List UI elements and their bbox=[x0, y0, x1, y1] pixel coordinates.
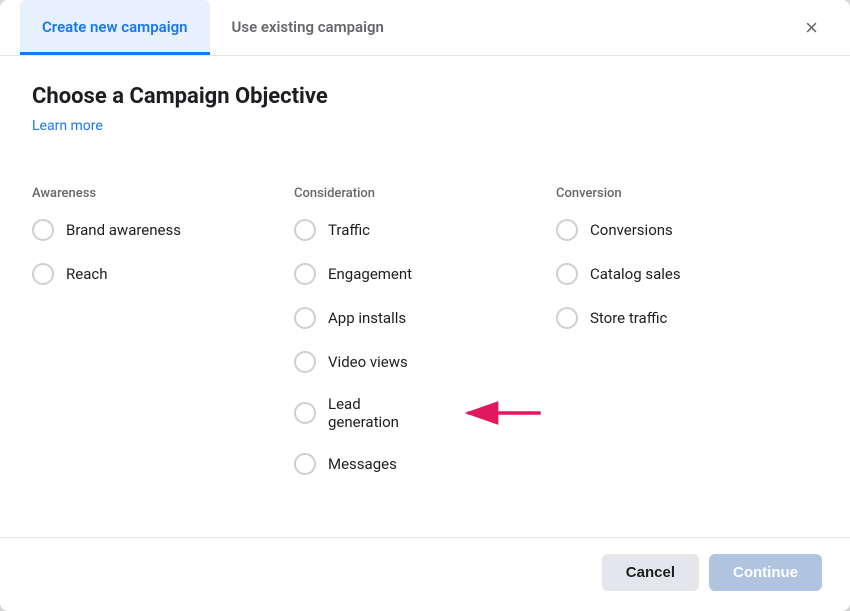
radio-button[interactable] bbox=[556, 307, 578, 329]
radio-button[interactable] bbox=[294, 263, 316, 285]
radio-button[interactable] bbox=[556, 263, 578, 285]
learn-more-link[interactable]: Learn more bbox=[32, 118, 103, 134]
option-item[interactable]: Conversions bbox=[556, 219, 808, 241]
option-label: App installs bbox=[328, 309, 406, 327]
modal-body: Choose a Campaign Objective Learn more A… bbox=[0, 56, 850, 537]
option-item[interactable]: Reach bbox=[32, 263, 284, 285]
modal-footer: Cancel Continue bbox=[0, 537, 850, 611]
option-item[interactable]: Lead generation bbox=[294, 395, 546, 431]
campaign-modal: Create new campaign Use existing campaig… bbox=[0, 0, 850, 611]
option-item[interactable]: Messages bbox=[294, 453, 546, 475]
option-label: Conversions bbox=[590, 221, 673, 239]
radio-button[interactable] bbox=[32, 263, 54, 285]
radio-button[interactable] bbox=[556, 219, 578, 241]
objective-columns: Awareness Brand awareness Reach Considerati… bbox=[32, 186, 818, 497]
option-label: Traffic bbox=[328, 221, 370, 239]
radio-button[interactable] bbox=[32, 219, 54, 241]
column-consideration: Consideration Traffic Engagement App instal… bbox=[294, 186, 556, 497]
option-label: Engagement bbox=[328, 265, 412, 283]
option-item[interactable]: Brand awareness bbox=[32, 219, 284, 241]
option-item[interactable]: App installs bbox=[294, 307, 546, 329]
column-conversion: Conversion Conversions Catalog sales Store … bbox=[556, 186, 818, 497]
tab-create-campaign[interactable]: Create new campaign bbox=[20, 0, 210, 55]
option-label: Brand awareness bbox=[66, 221, 181, 239]
column-awareness: Awareness Brand awareness Reach bbox=[32, 186, 294, 497]
cancel-button[interactable]: Cancel bbox=[602, 554, 699, 591]
tab-existing-campaign[interactable]: Use existing campaign bbox=[210, 0, 406, 55]
modal-header: Create new campaign Use existing campaig… bbox=[0, 0, 850, 56]
column-header-1: Consideration bbox=[294, 186, 546, 201]
option-label: Video views bbox=[328, 353, 408, 371]
lead-gen-arrow-icon bbox=[458, 396, 546, 430]
option-label: Messages bbox=[328, 455, 397, 473]
continue-button[interactable]: Continue bbox=[709, 554, 822, 591]
option-label: Store traffic bbox=[590, 309, 667, 327]
option-item[interactable]: Video views bbox=[294, 351, 546, 373]
option-item[interactable]: Catalog sales bbox=[556, 263, 808, 285]
column-header-2: Conversion bbox=[556, 186, 808, 201]
radio-button[interactable] bbox=[294, 219, 316, 241]
option-item[interactable]: Engagement bbox=[294, 263, 546, 285]
option-item[interactable]: Traffic bbox=[294, 219, 546, 241]
close-button[interactable]: × bbox=[793, 9, 830, 47]
page-title: Choose a Campaign Objective bbox=[32, 84, 818, 109]
option-label: Lead generation bbox=[328, 395, 432, 431]
option-label: Catalog sales bbox=[590, 265, 681, 283]
radio-button[interactable] bbox=[294, 351, 316, 373]
option-label: Reach bbox=[66, 265, 107, 283]
option-item[interactable]: Store traffic bbox=[556, 307, 808, 329]
column-header-0: Awareness bbox=[32, 186, 284, 201]
radio-button[interactable] bbox=[294, 307, 316, 329]
radio-button[interactable] bbox=[294, 453, 316, 475]
radio-button[interactable] bbox=[294, 402, 316, 424]
